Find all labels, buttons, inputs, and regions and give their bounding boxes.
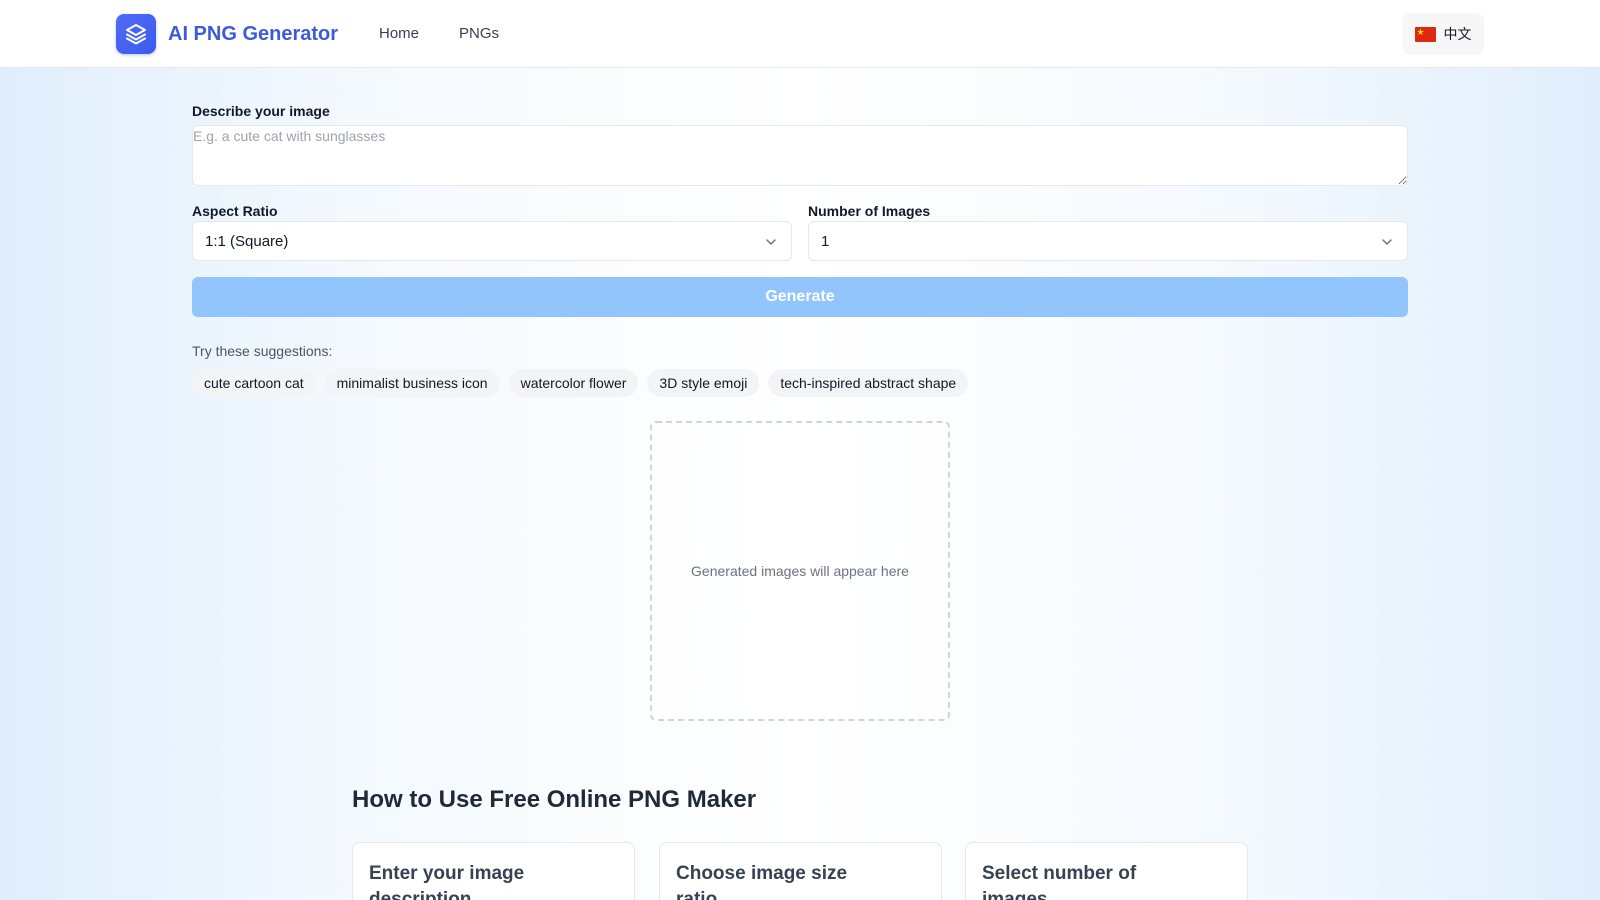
logo-layers-icon[interactable] xyxy=(116,14,156,54)
brand-title[interactable]: AI PNG Generator xyxy=(168,20,338,48)
aspect-ratio-value: 1:1 (Square) xyxy=(205,232,289,250)
suggestion-chip[interactable]: minimalist business icon xyxy=(324,369,500,397)
language-switch-button[interactable]: 中文 xyxy=(1402,13,1484,55)
language-label: 中文 xyxy=(1443,26,1472,42)
generated-images-placeholder: Generated images will appear here xyxy=(691,563,909,579)
step-title: Select number of images xyxy=(982,863,1137,900)
generate-button[interactable]: Generate xyxy=(192,277,1408,317)
how-to-title: How to Use Free Online PNG Maker xyxy=(352,786,757,813)
step-card: Enter your image description xyxy=(352,842,635,900)
number-of-images-label: Number of Images xyxy=(808,203,931,219)
number-of-images-select[interactable]: 1 xyxy=(808,221,1408,261)
chevron-down-icon xyxy=(1382,239,1392,245)
number-of-images-value: 1 xyxy=(821,232,830,250)
step-title: Enter your image description xyxy=(369,863,525,900)
generated-images-area: Generated images will appear here xyxy=(650,421,950,721)
describe-label: Describe your image xyxy=(192,103,330,119)
china-flag-icon xyxy=(1414,26,1436,42)
chevron-down-icon xyxy=(766,239,776,245)
top-header: AI PNG Generator Home PNGs 中文 xyxy=(0,0,1600,68)
step-card: Choose image size ratio xyxy=(659,842,942,900)
step-title: Choose image size ratio xyxy=(676,863,848,900)
aspect-ratio-label: Aspect Ratio xyxy=(192,203,278,219)
step-card: Select number of images xyxy=(965,842,1248,900)
nav-home-link[interactable]: Home xyxy=(379,24,419,44)
nav-pngs-link[interactable]: PNGs xyxy=(459,24,499,44)
describe-textarea[interactable] xyxy=(192,125,1408,186)
suggestion-chip[interactable]: watercolor flower xyxy=(508,369,639,397)
suggestion-chip[interactable]: 3D style emoji xyxy=(647,369,760,397)
aspect-ratio-select[interactable]: 1:1 (Square) xyxy=(192,221,792,261)
suggestion-chip[interactable]: cute cartoon cat xyxy=(192,369,316,397)
suggestions-label: Try these suggestions: xyxy=(192,343,333,359)
suggestion-chips: cute cartoon cat minimalist business ico… xyxy=(192,369,969,397)
suggestion-chip[interactable]: tech-inspired abstract shape xyxy=(768,369,969,397)
